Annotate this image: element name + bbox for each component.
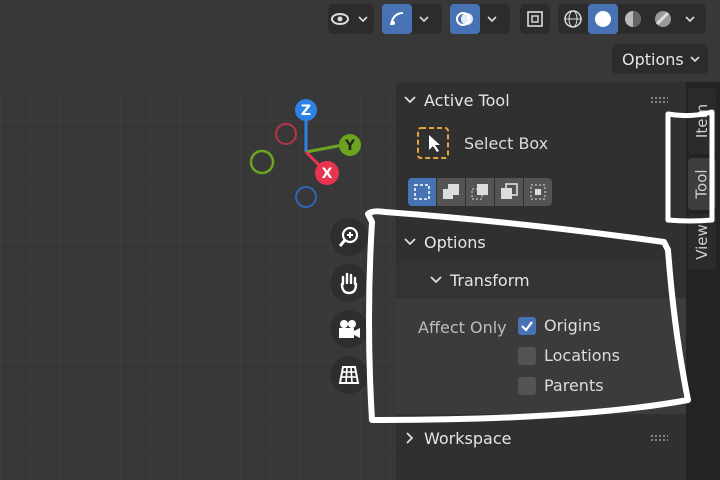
mode-intersect-icon[interactable]	[524, 178, 552, 206]
parents-checkbox-row[interactable]: Parents	[518, 376, 604, 395]
visibility-eye-icon	[328, 4, 352, 34]
z-axis-label: Z	[301, 103, 311, 119]
tab-item-label: Item	[693, 103, 711, 139]
origins-label: Origins	[544, 316, 601, 335]
tab-item[interactable]: Item	[688, 88, 716, 154]
xray-toggle[interactable]	[520, 4, 550, 34]
negative-x-axis-handle	[275, 123, 297, 145]
affect-only-label: Affect Only	[418, 318, 507, 337]
tab-view-label: View	[693, 224, 712, 260]
chevron-down-icon	[480, 4, 504, 34]
solid-shading-icon[interactable]	[588, 4, 618, 34]
camera-view-button[interactable]	[330, 310, 368, 348]
locations-checkbox-row[interactable]: Locations	[518, 346, 620, 365]
active-tool-row[interactable]: Select Box	[416, 126, 548, 160]
overlay-icon[interactable]	[450, 4, 480, 34]
tab-tool-label: Tool	[693, 169, 712, 199]
rendered-shading-icon[interactable]	[648, 4, 678, 34]
sidebar-panel: Active Tool Select Box Options Transform…	[396, 82, 686, 480]
drag-grip-icon[interactable]	[650, 96, 668, 104]
transform-title: Transform	[450, 270, 530, 290]
xray-toggle-icon	[527, 11, 543, 27]
gizmo-dropdown[interactable]	[382, 4, 442, 34]
x-axis-label: X	[322, 166, 333, 182]
zoom-icon	[338, 226, 359, 247]
chevron-down-icon	[690, 56, 700, 63]
origins-checkbox-row[interactable]: Origins	[518, 316, 601, 335]
transform-subpanel-header[interactable]: Transform	[396, 262, 674, 298]
ortho-grid-icon	[338, 366, 360, 384]
workspace-title: Workspace	[424, 428, 512, 448]
gizmo-icon[interactable]	[382, 4, 412, 34]
overlay-dropdown[interactable]	[450, 4, 510, 34]
mode-extend-icon[interactable]	[437, 178, 465, 206]
chevron-down-icon	[412, 4, 436, 34]
chevron-down-icon	[396, 96, 424, 104]
shading-mode-group[interactable]	[558, 4, 706, 34]
mode-subtract-icon[interactable]	[466, 178, 494, 206]
options-header[interactable]: Options	[396, 224, 674, 260]
tool-name: Select Box	[464, 133, 549, 153]
camera-icon	[339, 320, 360, 338]
drag-grip-icon[interactable]	[650, 434, 668, 442]
negative-y-axis-handle	[249, 149, 275, 175]
parents-label: Parents	[544, 376, 604, 395]
zoom-button[interactable]	[330, 218, 368, 256]
ortho-toggle-button[interactable]	[330, 356, 368, 394]
y-axis-label: Y	[344, 138, 356, 154]
selection-mode-group[interactable]	[408, 178, 552, 206]
chevron-right-icon	[396, 432, 424, 444]
tab-view[interactable]: View	[688, 214, 716, 270]
origins-checkbox[interactable]	[518, 316, 536, 335]
mode-set-icon[interactable]	[408, 178, 436, 206]
chevron-down-icon	[678, 4, 702, 34]
options-dropdown-label: Options	[622, 49, 684, 69]
material-shading-icon[interactable]	[618, 4, 648, 34]
checkmark-icon	[521, 320, 533, 332]
locations-label: Locations	[544, 346, 621, 365]
chevron-down-icon	[422, 276, 450, 284]
pan-button[interactable]	[330, 264, 368, 302]
negative-z-axis-handle	[295, 186, 317, 208]
mode-difference-icon[interactable]	[495, 178, 523, 206]
pan-hand-icon	[340, 272, 358, 295]
active-tool-header[interactable]: Active Tool	[396, 82, 674, 118]
visibility-dropdown[interactable]	[328, 4, 374, 34]
select-box-icon	[417, 127, 449, 159]
chevron-down-icon	[352, 4, 374, 34]
locations-checkbox[interactable]	[518, 346, 536, 365]
options-title: Options	[424, 232, 486, 252]
workspace-header[interactable]: Workspace	[396, 420, 674, 456]
active-tool-title: Active Tool	[424, 90, 510, 110]
chevron-down-icon	[396, 238, 424, 246]
options-dropdown[interactable]: Options	[612, 44, 708, 74]
tab-tool[interactable]: Tool	[688, 158, 716, 210]
sidebar-tabs: Item Tool View	[686, 82, 720, 480]
wireframe-shading-icon[interactable]	[558, 4, 588, 34]
navigation-gizmo[interactable]: Z Y X	[240, 92, 370, 222]
parents-checkbox[interactable]	[518, 376, 536, 395]
